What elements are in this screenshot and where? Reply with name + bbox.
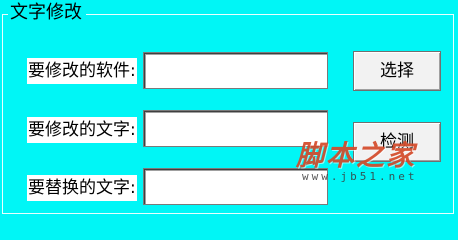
detect-button[interactable]: 检测 — [353, 122, 441, 162]
original-text-input[interactable] — [143, 110, 328, 147]
replacement-text-label: 要替换的文字: — [27, 175, 137, 201]
original-text-label: 要修改的文字: — [27, 117, 137, 143]
select-button[interactable]: 选择 — [353, 51, 441, 91]
groupbox-title: 文字修改 — [8, 2, 86, 24]
target-software-input[interactable] — [143, 52, 328, 89]
replacement-text-input[interactable] — [143, 168, 328, 205]
target-software-label: 要修改的软件: — [27, 58, 137, 84]
